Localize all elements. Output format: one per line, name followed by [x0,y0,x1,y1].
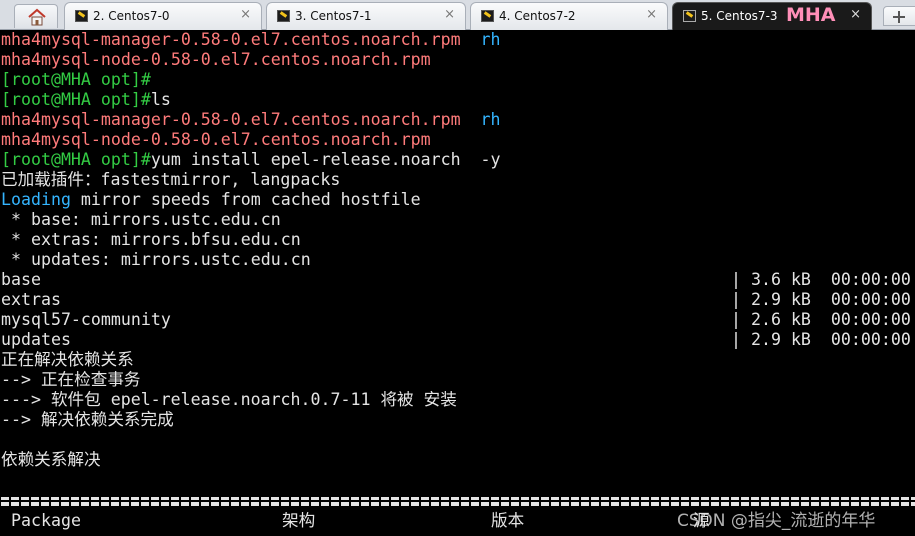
terminal-line: * extras: mirrors.bfsu.edu.cn [1,230,301,249]
repo-size: | 3.6 kB 00:00:00 [731,270,911,289]
command-text: ls [150,90,171,109]
tab-label: 3. Centos7-1 [295,9,372,23]
rpm-filename: mha4mysql-node-0.58-0.el7.centos.noarch.… [1,130,431,149]
tab-label: 5. Centos7-3 [701,9,778,23]
shell-prompt: [root@MHA opt]# [1,150,151,169]
repo-size: | 2.6 kB 00:00:00 [731,310,911,329]
close-icon[interactable]: × [646,7,657,22]
file-entry: rh [480,30,501,49]
tab-centos7-2[interactable]: 4. Centos7-2 × [470,2,668,30]
tab-badge: MHA [786,4,836,26]
shell-prompt: [root@MHA opt]# [1,90,151,109]
terminal-line: --> 解决依赖关系完成 [1,410,174,429]
close-icon[interactable]: × [240,7,251,22]
repo-name: updates [1,330,71,349]
repo-size: | 2.9 kB 00:00:00 [731,330,911,349]
terminal-line: Loading mirror speeds from cached hostfi… [1,190,421,210]
watermark: CSDN @指尖_流逝的年华 [677,511,876,531]
home-tab[interactable] [14,4,58,28]
terminal-line: [root@MHA opt]#ls [1,90,171,110]
repo-size: | 2.9 kB 00:00:00 [731,290,911,309]
new-tab-button[interactable] [883,6,915,26]
terminal-line: * base: mirrors.ustc.edu.cn [1,210,281,229]
file-entry: rh [480,110,501,129]
terminal-line: 依赖关系解决 [1,450,101,469]
terminal-line: [root@MHA opt]#yum install epel-release.… [1,150,501,170]
terminal-line: * updates: mirrors.ustc.edu.cn [1,250,311,269]
shell-prompt: [root@MHA opt]# [1,70,151,89]
terminal-icon [277,10,290,22]
tab-label: 4. Centos7-2 [499,9,576,23]
loading-text: mirror speeds from cached hostfile [70,190,421,209]
terminal-line: 已加载插件：fastestmirror, langpacks [1,170,341,189]
tab-centos7-0[interactable]: 2. Centos7-0 × [64,2,262,30]
repo-name: extras [1,290,61,309]
terminal-line: 正在解决依赖关系 [1,350,134,369]
terminal-line: [root@MHA opt]# [1,70,151,90]
terminal-icon [75,10,88,22]
terminal-line: ---> 软件包 epel-release.noarch.0.7-11 将被 安… [1,390,457,409]
rpm-filename: mha4mysql-manager-0.58-0.el7.centos.noar… [1,30,461,49]
separator-line [1,497,915,506]
tab-label: 2. Centos7-0 [93,9,170,23]
close-icon[interactable]: × [850,7,861,22]
terminal-line: mha4mysql-manager-0.58-0.el7.centos.noar… [1,30,501,50]
tab-centos7-3[interactable]: 5. Centos7-3 MHA × [672,2,872,30]
tab-centos7-1[interactable]: 3. Centos7-1 × [266,2,466,30]
column-header-arch: 架构 [282,511,316,530]
command-text: yum install epel-release.noarch -y [150,150,501,169]
column-header-version: 版本 [491,511,525,530]
plus-icon [893,11,905,23]
home-icon [28,8,46,26]
column-header-package: Package [11,511,81,530]
repo-name: mysql57-community [1,310,171,329]
terminal-icon [683,10,696,22]
terminal-line: mha4mysql-manager-0.58-0.el7.centos.noar… [1,110,501,130]
terminal-line: mha4mysql-node-0.58-0.el7.centos.noarch.… [1,50,431,70]
terminal-line: mha4mysql-node-0.58-0.el7.centos.noarch.… [1,130,431,150]
rpm-filename: mha4mysql-manager-0.58-0.el7.centos.noar… [1,110,461,129]
terminal-line: --> 正在检查事务 [1,370,141,389]
repo-name: base [1,270,41,289]
loading-keyword: Loading [1,190,71,209]
tab-bar: 2. Centos7-0 × 3. Centos7-1 × 4. Centos7… [0,0,915,30]
terminal-icon [481,10,494,22]
close-icon[interactable]: × [444,7,455,22]
terminal-output[interactable]: mha4mysql-manager-0.58-0.el7.centos.noar… [0,30,915,536]
rpm-filename: mha4mysql-node-0.58-0.el7.centos.noarch.… [1,50,431,69]
